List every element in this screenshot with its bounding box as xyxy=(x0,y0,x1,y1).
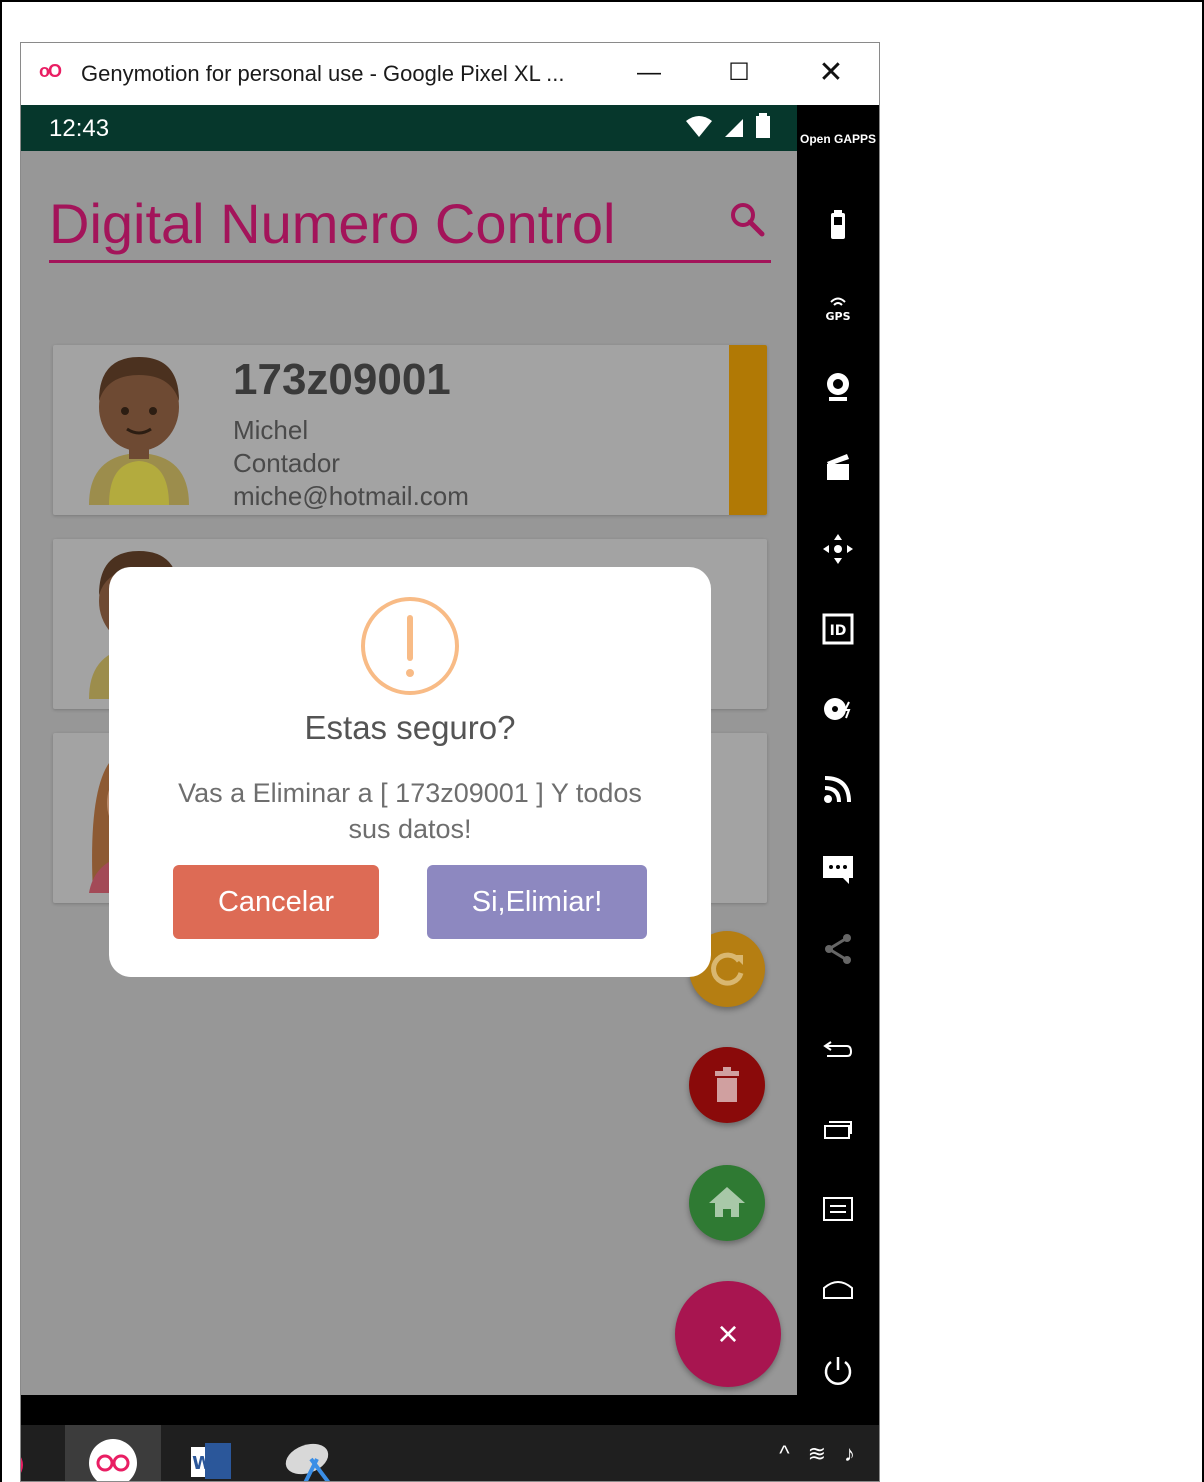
dialog-message: Vas a Eliminar a [ 173z09001 ] Y todos s… xyxy=(178,778,642,844)
svg-text:W: W xyxy=(192,1453,212,1474)
disk-icon xyxy=(824,698,851,720)
chevron-up-icon[interactable]: ^ xyxy=(779,1441,807,1466)
card-role: Contador xyxy=(233,448,340,478)
wifi-tray-icon[interactable]: ≋ xyxy=(808,1441,844,1466)
trash-icon xyxy=(715,1067,739,1102)
search-icon[interactable] xyxy=(727,199,767,239)
disk-tool[interactable] xyxy=(797,679,879,739)
power-tool[interactable] xyxy=(797,1341,879,1401)
app-icon xyxy=(21,1457,23,1473)
taskbar-word[interactable]: W xyxy=(181,1425,245,1481)
webcam-icon xyxy=(827,373,849,401)
card-status-strip xyxy=(729,345,767,515)
battery-icon xyxy=(831,210,845,239)
back-tool[interactable] xyxy=(797,1019,879,1079)
confirm-delete-button[interactable]: Si,Elimiar! xyxy=(427,865,647,939)
warning-icon xyxy=(361,597,459,695)
wifi-icon xyxy=(685,116,712,137)
window-title: Genymotion for personal use - Google Pix… xyxy=(81,61,565,86)
share-icon xyxy=(825,934,851,964)
menu-tool[interactable] xyxy=(797,1179,879,1239)
delete-button[interactable] xyxy=(689,1047,765,1123)
window-titlebar: oO Genymotion for personal use - Google … xyxy=(21,43,879,105)
taskbar-snipping-tool[interactable] xyxy=(277,1425,341,1481)
close-window-button[interactable]: ✕ xyxy=(809,53,853,93)
genymotion-window: oO Genymotion for personal use - Google … xyxy=(20,42,880,1482)
gps-icon: GPS xyxy=(825,297,851,323)
home-tool[interactable] xyxy=(797,1259,879,1319)
id-icon: ID xyxy=(822,613,854,645)
minimize-button[interactable]: — xyxy=(627,53,671,93)
volume-icon[interactable]: ♪ xyxy=(844,1441,873,1466)
home-button[interactable] xyxy=(689,1165,765,1241)
status-time: 12:43 xyxy=(49,115,110,142)
recent-apps-icon xyxy=(824,1121,852,1139)
home-icon xyxy=(823,1281,853,1299)
recent-apps-tool[interactable] xyxy=(797,1099,879,1159)
svg-text:GPS: GPS xyxy=(825,310,850,323)
home-icon xyxy=(709,1187,745,1217)
dpad-tool[interactable] xyxy=(797,519,879,579)
opengapps-button[interactable]: Open GAPPS xyxy=(797,115,879,175)
signal-icon xyxy=(724,119,743,137)
word-icon: W xyxy=(191,1443,231,1479)
genymotion-icon xyxy=(89,1439,137,1481)
card-id: 173z09001 xyxy=(233,355,451,404)
card-name: Michel xyxy=(233,415,309,445)
svg-text:ID: ID xyxy=(830,623,847,639)
emulator-bottom-bar xyxy=(21,1395,879,1425)
media-tool[interactable] xyxy=(797,437,879,497)
confirm-dialog: Estas seguro? Vas a Eliminar a [ 173z090… xyxy=(109,567,711,977)
android-statusbar: 12:43 xyxy=(21,105,797,151)
genymotion-toolbar: Open GAPPS GPS ID xyxy=(797,105,879,1395)
taskbar-app-partial[interactable] xyxy=(21,1425,37,1481)
battery-icon xyxy=(756,113,770,138)
cast-icon xyxy=(824,776,851,803)
dpad-icon xyxy=(823,534,853,564)
snipping-tool-icon xyxy=(285,1443,330,1481)
close-menu-button[interactable]: × xyxy=(675,1281,781,1387)
menu-icon xyxy=(823,1197,853,1221)
share-tool[interactable] xyxy=(797,919,879,979)
avatar xyxy=(89,357,189,505)
status-icons xyxy=(685,113,771,145)
windows-taskbar: W ^≋♪ xyxy=(21,1425,879,1481)
phone-screen: 12:43 Digital Numero Control 173z09001 M… xyxy=(21,105,797,1395)
media-icon xyxy=(827,454,849,480)
taskbar-genymotion[interactable] xyxy=(65,1425,161,1481)
system-tray: ^≋♪ xyxy=(779,1441,873,1467)
dialog-title: Estas seguro? xyxy=(304,709,516,746)
gps-tool[interactable]: GPS xyxy=(797,277,879,337)
webcam-tool[interactable] xyxy=(797,357,879,417)
maximize-button[interactable]: ☐ xyxy=(717,53,761,93)
employee-card[interactable]: 173z09001 Michel Contador miche@hotmail.… xyxy=(53,345,767,515)
power-icon xyxy=(824,1357,852,1385)
battery-tool[interactable] xyxy=(797,195,879,255)
cancel-button[interactable]: Cancelar xyxy=(173,865,379,939)
genymotion-logo-icon: oO xyxy=(39,61,62,81)
cast-tool[interactable] xyxy=(797,759,879,819)
title-underline xyxy=(49,260,771,263)
card-email: miche@hotmail.com xyxy=(233,481,469,511)
sms-icon xyxy=(823,856,853,884)
id-tool[interactable]: ID xyxy=(797,599,879,659)
back-icon xyxy=(823,1041,853,1057)
sms-tool[interactable] xyxy=(797,839,879,899)
app-title: Digital Numero Control xyxy=(49,192,616,255)
